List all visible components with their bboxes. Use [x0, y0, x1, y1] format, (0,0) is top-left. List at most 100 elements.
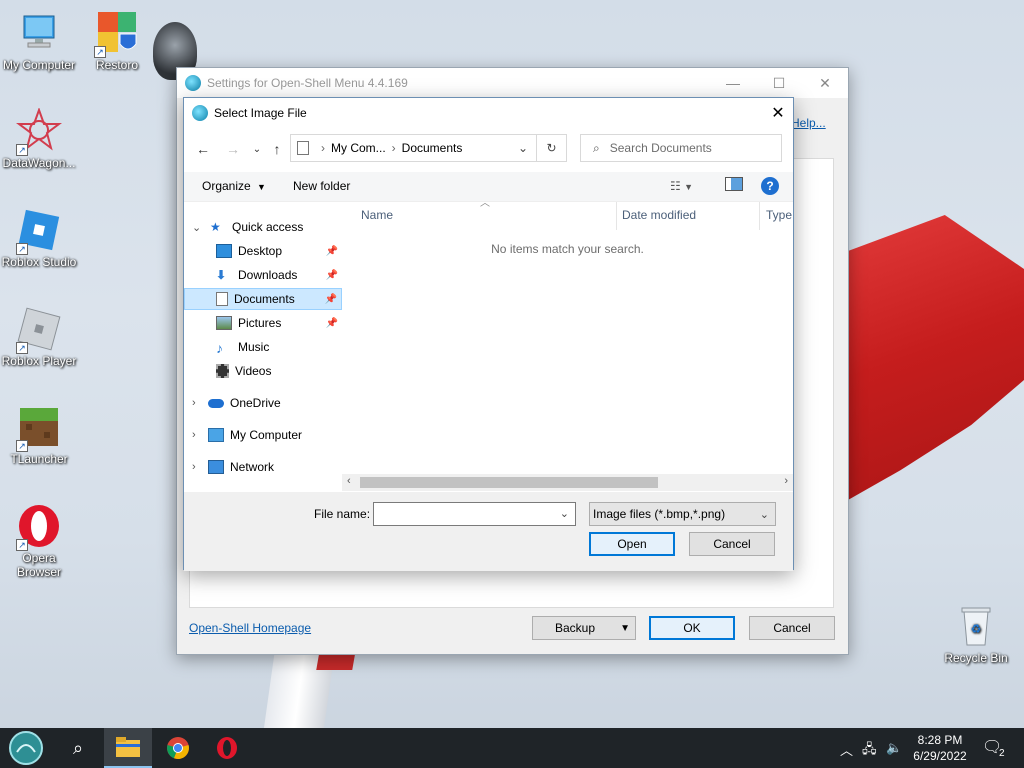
volume-icon[interactable]: 🔈 — [886, 740, 902, 756]
settings-title: Settings for Open-Shell Menu 4.4.169 — [207, 76, 408, 90]
scrollbar-thumb[interactable] — [360, 477, 658, 488]
file-explorer-taskbar-button[interactable] — [104, 728, 152, 768]
clock[interactable]: 8:28 PM 6/29/2022 — [905, 732, 975, 764]
breadcrumb-separator-icon: › — [391, 141, 396, 155]
backup-button[interactable]: Backup ▼ — [532, 616, 636, 640]
show-hidden-icons-chevron-icon[interactable]: ︿ — [840, 740, 853, 759]
desktop-icon-tlauncher[interactable]: ↗ TLauncher — [0, 404, 78, 466]
address-dropdown-icon[interactable]: ⌄ — [518, 141, 528, 155]
select-image-dialog: Select Image File ✕ ← → ⌄ ↑ › My Com... … — [183, 97, 794, 571]
nav-my-computer[interactable]: › My Computer — [184, 424, 342, 446]
minimize-icon[interactable]: — — [710, 68, 756, 98]
expand-chevron-icon[interactable]: › — [192, 461, 196, 473]
new-folder-button[interactable]: New folder — [293, 179, 350, 193]
dropdown-arrow-icon: ⌄ — [759, 508, 769, 521]
up-arrow-icon[interactable]: ↑ — [266, 138, 288, 160]
opera-taskbar-button[interactable] — [203, 728, 251, 768]
settings-titlebar[interactable]: Settings for Open-Shell Menu 4.4.169 — ☐… — [177, 68, 848, 98]
clock-time: 8:28 PM — [917, 733, 963, 747]
file-type-select[interactable]: Image files (*.bmp,*.png) ⌄ — [589, 502, 776, 526]
back-arrow-icon[interactable]: ← — [192, 138, 214, 160]
nav-label: Pictures — [238, 316, 282, 330]
nav-pictures[interactable]: Pictures 📌 — [184, 312, 342, 334]
search-input[interactable]: ⌕ Search Documents — [580, 134, 782, 162]
nav-music[interactable]: ♪ Music — [184, 336, 342, 358]
open-button[interactable]: Open — [589, 532, 675, 556]
computer-icon — [16, 10, 62, 56]
shortcut-arrow-icon: ↗ — [16, 440, 28, 452]
roblox-studio-icon: ↗ — [16, 207, 62, 255]
star-icon: ★ — [210, 220, 221, 234]
close-icon[interactable]: ✕ — [802, 68, 848, 98]
nav-videos[interactable]: Videos — [184, 360, 342, 382]
nav-label: My Computer — [230, 428, 303, 442]
desktop-icon-roblox-studio[interactable]: ↗ Roblox Studio — [0, 207, 78, 269]
breadcrumb-separator-icon: › — [321, 141, 325, 155]
dialog-cancel-button[interactable]: Cancel — [689, 532, 775, 556]
view-options-icon[interactable]: ☷ ▼ — [670, 179, 693, 193]
ok-button[interactable]: OK — [649, 616, 735, 640]
nav-label: Network — [230, 460, 275, 474]
column-header-date-modified[interactable]: Date modified — [622, 208, 696, 222]
network-icon[interactable]: 🖧 — [862, 740, 877, 762]
nav-quick-access[interactable]: ⌄ ★ Quick access — [184, 216, 342, 238]
taskbar: ⌕ ︿ 🖧 🔈 8:28 PM 6/29/2022 🗨 2 — [0, 728, 1024, 768]
notification-center-button[interactable]: 🗨 2 — [982, 737, 1012, 759]
settings-cancel-button[interactable]: Cancel — [749, 616, 835, 640]
ok-label: OK — [683, 621, 701, 635]
dialog-close-icon[interactable]: ✕ — [763, 98, 793, 128]
help-icon[interactable]: ? — [761, 177, 779, 195]
nav-downloads[interactable]: ⬇ Downloads 📌 — [184, 264, 342, 286]
desktop-icon-recycle-bin[interactable]: ♻ Recycle Bin — [937, 603, 1015, 665]
horizontal-scrollbar[interactable]: ‹ › — [342, 474, 793, 491]
desktop-icon-my-computer[interactable]: My Computer — [0, 10, 78, 72]
file-name-input[interactable]: ⌄ — [373, 502, 576, 526]
refresh-icon[interactable]: ↻ — [537, 134, 567, 162]
help-link[interactable]: Help... — [791, 116, 826, 130]
nav-onedrive[interactable]: › OneDrive — [184, 392, 342, 414]
desktop-icon-opera[interactable]: ↗ Opera Browser — [0, 503, 78, 579]
column-header-name[interactable]: Name — [361, 208, 393, 222]
nav-label: Videos — [235, 364, 272, 378]
preview-pane-icon[interactable] — [725, 177, 743, 194]
nav-label: Quick access — [232, 220, 304, 234]
file-list[interactable]: ︿ Name Date modified Type No items match… — [342, 198, 793, 472]
desktop-icon-roblox-player[interactable]: ↗ Roblox Player — [0, 306, 78, 368]
svg-text:♻: ♻ — [971, 622, 982, 636]
expand-chevron-icon[interactable]: › — [192, 397, 196, 409]
expand-chevron-icon[interactable]: ⌄ — [192, 221, 201, 234]
dropdown-arrow-icon[interactable]: ⌄ — [560, 507, 569, 520]
organize-button[interactable]: Organize ▼ — [202, 179, 266, 193]
chrome-taskbar-button[interactable] — [154, 728, 202, 768]
navigation-pane: ⌄ ★ Quick access Desktop 📌 ⬇ Downloads 📌… — [184, 202, 342, 492]
folder-icon — [116, 737, 140, 757]
search-taskbar-button[interactable]: ⌕ — [54, 728, 102, 768]
breadcrumb-my-computer[interactable]: My Com... — [331, 141, 386, 155]
start-button[interactable] — [2, 728, 50, 768]
column-divider[interactable] — [759, 202, 760, 230]
pin-icon: 📌 — [324, 293, 337, 305]
forward-arrow-icon[interactable]: → — [222, 138, 244, 160]
pin-icon: 📌 — [325, 269, 338, 281]
breadcrumb-documents[interactable]: Documents — [402, 141, 463, 155]
recent-locations-chevron-icon[interactable]: ⌄ — [246, 138, 268, 160]
address-bar[interactable]: › My Com... › Documents ⌄ — [290, 134, 537, 162]
shortcut-arrow-icon: ↗ — [94, 46, 106, 58]
homepage-link[interactable]: Open-Shell Homepage — [189, 621, 311, 635]
maximize-icon[interactable]: ☐ — [756, 68, 802, 98]
video-film-icon — [216, 364, 229, 378]
documents-folder-icon — [216, 292, 228, 306]
nav-documents[interactable]: Documents 📌 — [184, 288, 342, 310]
desktop-icon-datawagon[interactable]: ↗ DataWagon... — [0, 107, 78, 170]
scroll-left-arrow-icon[interactable]: ‹ — [347, 475, 351, 487]
desktop-icon-restoro[interactable]: ↗ Restoro — [78, 10, 156, 72]
column-divider[interactable] — [616, 202, 617, 230]
dialog-titlebar[interactable]: Select Image File — [184, 98, 793, 128]
column-header-type[interactable]: Type — [766, 208, 792, 222]
nav-network[interactable]: › Network — [184, 456, 342, 478]
nav-desktop[interactable]: Desktop 📌 — [184, 240, 342, 262]
expand-chevron-icon[interactable]: › — [192, 429, 196, 441]
search-icon: ⌕ — [593, 140, 600, 155]
scroll-right-arrow-icon[interactable]: › — [784, 475, 788, 487]
desktop-icon-label: Recycle Bin — [944, 651, 1008, 665]
